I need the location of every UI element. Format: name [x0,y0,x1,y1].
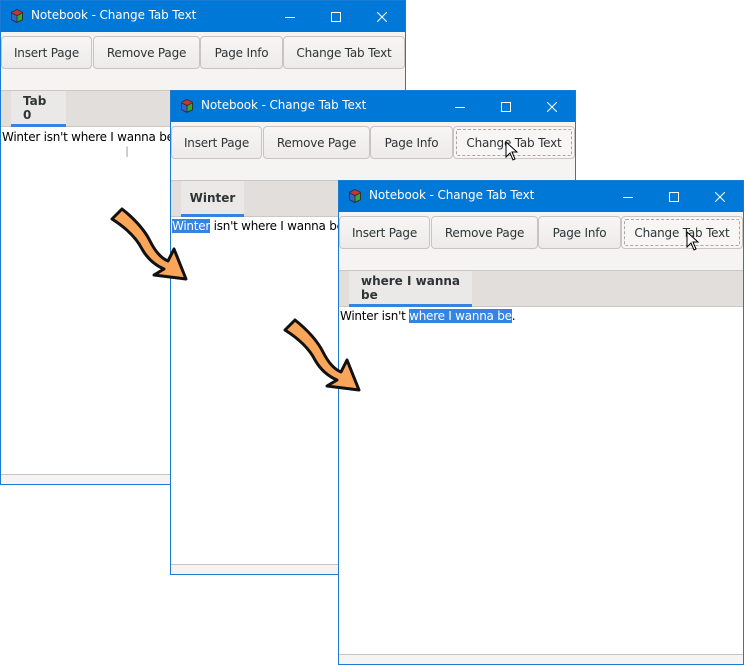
text-content[interactable]: Winter isn't where I wanna be. [172,219,348,233]
close-icon [547,101,557,112]
remove-page-button[interactable]: Remove Page [263,126,370,159]
notebook-tabs: where I wanna be [339,270,743,307]
text-after: isn't where I wanna be. [210,219,348,233]
minimize-icon [455,106,465,108]
window-title: Notebook - Change Tab Text [201,98,367,112]
change-tab-text-button[interactable]: Change Tab Text [283,36,405,69]
curved-arrow-icon [283,318,361,392]
insert-page-button[interactable]: Insert Page [171,126,262,159]
close-button[interactable] [697,181,743,212]
minimize-icon [285,16,295,18]
notebook-tab[interactable]: Winter [181,181,244,217]
app-icon [349,189,361,203]
toolbar: Insert Page Remove Page Page Info Change… [1,32,405,90]
minimize-icon [623,196,633,198]
text-content[interactable]: Winter isn't where I wanna be. [2,129,179,144]
maximize-icon [501,101,511,112]
close-button[interactable] [359,1,405,32]
app-icon [11,9,23,23]
window-title: Notebook - Change Tab Text [369,188,535,202]
text-selection: where I wanna be [409,309,512,323]
change-tab-text-button[interactable]: Change Tab Text [621,216,743,249]
notebook-window-3: Notebook - Change Tab Text Insert Page R… [338,180,744,665]
notebook-tab[interactable]: Tab 0 [11,91,66,127]
page-info-button[interactable]: Page Info [538,216,621,249]
text-before: Winter isn't where I wanna be. [2,130,178,144]
page-info-button[interactable]: Page Info [200,36,283,69]
remove-page-button[interactable]: Remove Page [431,216,538,249]
remove-page-button[interactable]: Remove Page [93,36,200,69]
window-title: Notebook - Change Tab Text [31,8,197,22]
title-bar[interactable]: Notebook - Change Tab Text [1,1,405,32]
maximize-button[interactable] [651,181,697,212]
minimize-button[interactable] [605,181,651,212]
insert-page-button[interactable]: Insert Page [339,216,430,249]
insert-page-button[interactable]: Insert Page [1,36,92,69]
title-bar[interactable]: Notebook - Change Tab Text [171,91,575,122]
page-info-button[interactable]: Page Info [370,126,453,159]
notebook-tab[interactable]: where I wanna be [349,271,472,307]
close-icon [715,191,725,202]
mouse-pointer-icon [686,231,700,251]
toolbar: Insert Page Remove Page Page Info Change… [339,212,743,270]
close-button[interactable] [529,91,575,122]
text-content[interactable]: Winter isn't where I wanna be. [340,309,516,323]
minimize-button[interactable] [437,91,483,122]
title-bar[interactable]: Notebook - Change Tab Text [339,181,743,212]
close-icon [377,11,387,22]
app-icon [181,99,193,113]
mouse-pointer-icon [505,141,519,161]
curved-arrow-icon [110,207,188,281]
ibeam-cursor-icon: I [125,145,130,161]
maximize-icon [669,191,679,202]
maximize-button[interactable] [483,91,529,122]
maximize-icon [331,11,341,22]
text-after: . [511,309,516,323]
text-view[interactable]: Winter isn't where I wanna be. [339,307,743,655]
maximize-button[interactable] [313,1,359,32]
minimize-button[interactable] [267,1,313,32]
